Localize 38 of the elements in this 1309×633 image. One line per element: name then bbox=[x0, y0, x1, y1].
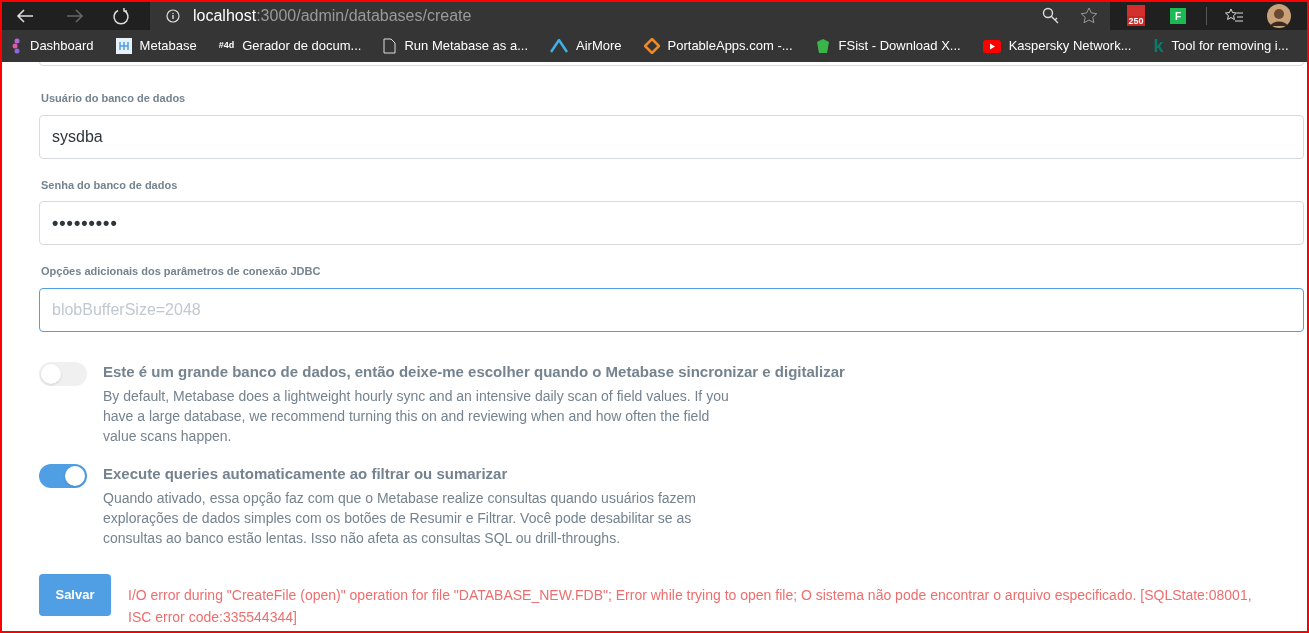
bookmark-link[interactable]: Dashboard bbox=[30, 36, 94, 56]
page-icon bbox=[383, 38, 397, 54]
grid-icon bbox=[115, 38, 132, 54]
bookmark-link[interactable]: Tool for removing i... bbox=[1171, 36, 1289, 56]
bookmark-link[interactable]: Kaspersky Network... bbox=[1008, 36, 1132, 56]
bookmark-link[interactable]: PortableApps.com -... bbox=[667, 36, 793, 56]
text-field[interactable]: ••••••••• bbox=[39, 201, 1304, 245]
field-label: Opções adicionais dos parâmetros de conexão JDBC bbox=[41, 264, 322, 279]
bookmark-icon: #4d bbox=[218, 39, 235, 53]
toggle-title: Este é um grande banco de dados, então deixe-me escolher quando o Metabase sincronizar e digitalizar bbox=[103, 361, 845, 382]
info-icon bbox=[166, 9, 180, 23]
diamond-icon bbox=[643, 38, 660, 54]
avatar-icon[interactable] bbox=[1267, 4, 1291, 28]
bookmark-link[interactable]: Metabase bbox=[139, 36, 197, 56]
field-label: Usuário do banco de dados bbox=[41, 91, 187, 106]
error-message: I/O error during "CreateFile (open)" operation for file "DATABASE_NEW.FDB"; Error while trying to open file; O sistema não pode encontrar o arquivo especificado. [SQLState:08001, ISC error code:335544344] bbox=[128, 585, 1253, 627]
favorites-icon[interactable] bbox=[1225, 8, 1243, 24]
text-field[interactable]: blobBufferSize=2048 bbox=[39, 287, 1304, 332]
star-icon[interactable] bbox=[1080, 7, 1098, 25]
toggle-switch[interactable] bbox=[39, 361, 87, 386]
field-label: Senha do banco de dados bbox=[41, 177, 179, 193]
toggle-description: By default, Metabase does a lightweight hourly sync and an intensive daily scan of field values. If you have a large database, we recommend turning this on and reviewing when and how often the field value scans happen. bbox=[103, 386, 730, 446]
refresh-icon[interactable] bbox=[112, 7, 130, 25]
url-text: localhost:3000/admin/databases/create bbox=[193, 6, 472, 26]
text-field[interactable]: sysdba bbox=[39, 114, 1304, 159]
bookmark-link[interactable]: Run Metabase as a... bbox=[404, 36, 529, 56]
toggle-description: Quando ativado, essa opção faz com que o Metabase realize consultas quando usuários fazem explorações de dados simples com os botões de Resumir e Filtrar. Você pode desabilitar se as consultas ao banco estão lentas. Isso não afeta as consultas SQL ou drill-throughs. bbox=[103, 488, 698, 548]
bookmark-link[interactable]: FSist - Download X... bbox=[838, 36, 961, 56]
forward-icon[interactable] bbox=[66, 8, 84, 24]
address-bar[interactable]: localhost:3000/admin/databases/create bbox=[150, 2, 1110, 30]
bookmark-icon: k bbox=[1153, 37, 1164, 55]
back-icon[interactable] bbox=[16, 8, 34, 24]
toggle-title: Execute queries automaticamente ao filtrar ou sumarizar bbox=[103, 463, 509, 484]
bookmark-link[interactable]: Gerador de docum... bbox=[242, 36, 362, 56]
play-icon bbox=[982, 39, 1001, 53]
dots-icon bbox=[12, 38, 22, 54]
bookmark-link[interactable]: AirMore bbox=[576, 36, 622, 56]
toggle-switch[interactable] bbox=[39, 463, 87, 488]
